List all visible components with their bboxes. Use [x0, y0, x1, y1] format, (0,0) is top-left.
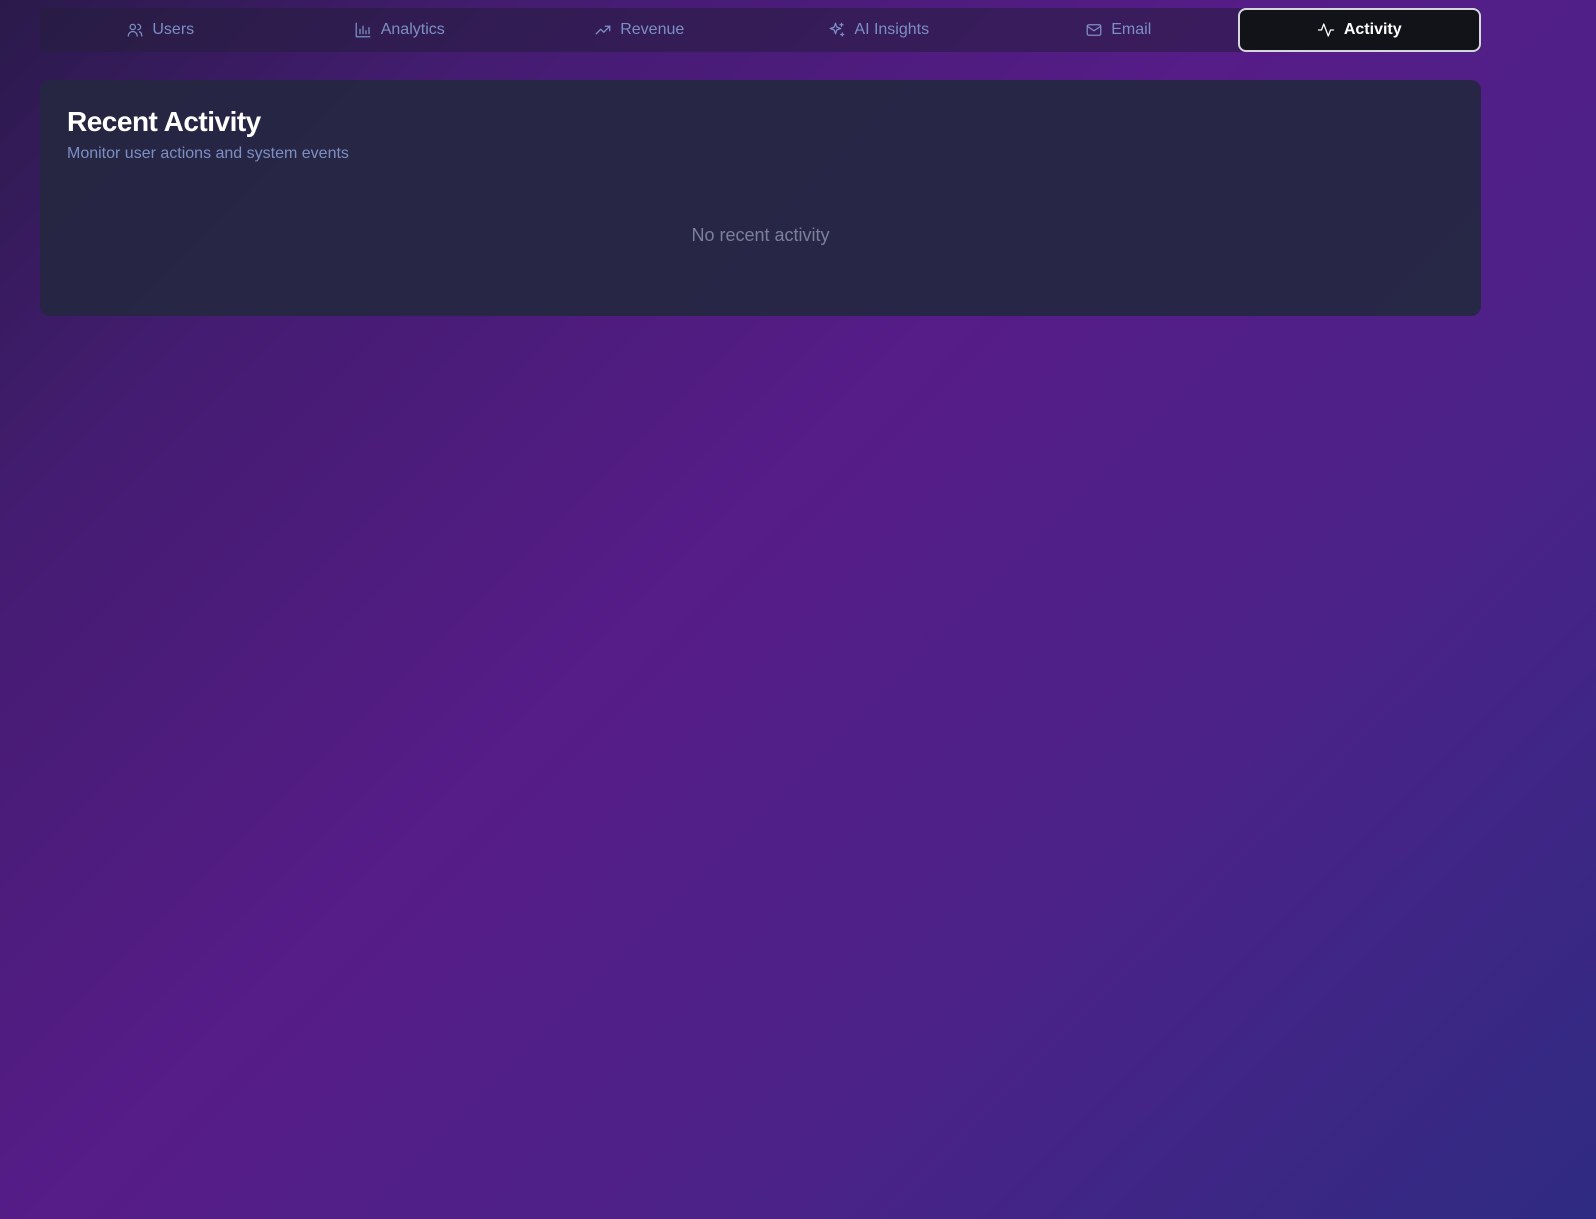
tab-activity[interactable]: Activity — [1237, 8, 1481, 52]
tab-label-activity: Activity — [1343, 21, 1402, 38]
mail-icon — [1084, 21, 1103, 40]
tab-label-email: Email — [1111, 21, 1152, 38]
bar-chart-icon — [354, 21, 373, 40]
tab-ai-insights[interactable]: AI Insights — [759, 8, 999, 52]
tab-label-users: Users — [152, 21, 195, 38]
tab-label-revenue: Revenue — [620, 21, 685, 38]
activity-icon — [1317, 21, 1336, 40]
tab-users[interactable]: Users — [40, 8, 280, 52]
users-icon — [125, 21, 144, 40]
recent-activity-card: Recent Activity Monitor user actions and… — [40, 80, 1481, 316]
sparkles-icon — [827, 21, 846, 40]
tab-analytics[interactable]: Analytics — [280, 8, 520, 52]
tab-bar: Users Analytics Revenue AI Insights Emai… — [40, 8, 1481, 52]
card-subtitle: Monitor user actions and system events — [67, 145, 349, 162]
tab-email[interactable]: Email — [998, 8, 1238, 52]
card-title: Recent Activity — [67, 106, 261, 137]
tab-label-analytics: Analytics — [380, 21, 445, 38]
tab-revenue[interactable]: Revenue — [519, 8, 759, 52]
empty-state-message: No recent activity — [691, 225, 830, 245]
tab-label-ai-insights: AI Insights — [854, 21, 930, 38]
trending-up-icon — [593, 21, 612, 40]
